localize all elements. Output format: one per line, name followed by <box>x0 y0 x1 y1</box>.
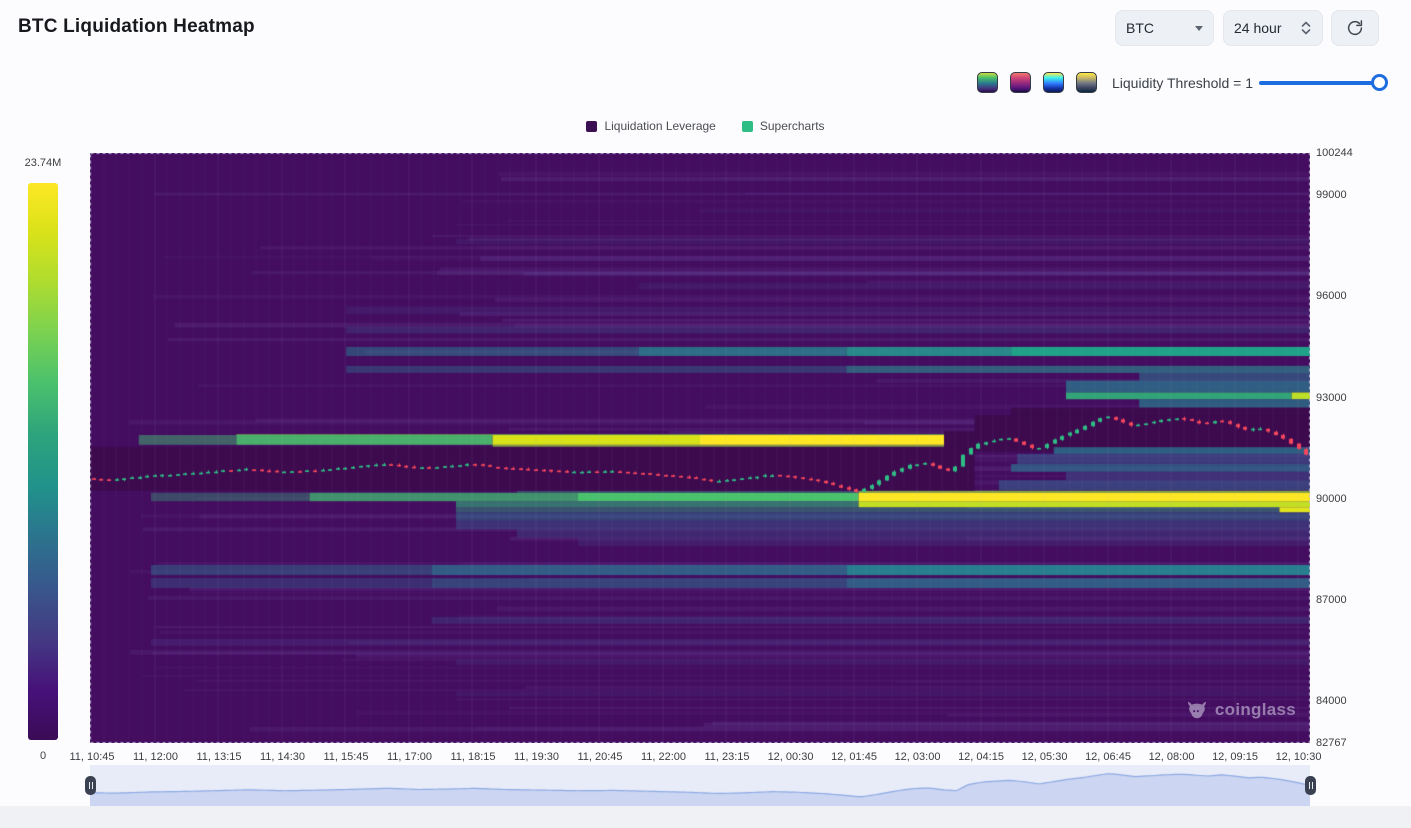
liquidation-heatmap-canvas[interactable] <box>90 153 1310 743</box>
red-purple-palette-button[interactable] <box>1010 72 1031 93</box>
bottom-strip <box>0 806 1411 828</box>
legend-item-supercharts[interactable]: Supercharts <box>742 119 825 133</box>
blue-palette-button[interactable] <box>1043 72 1064 93</box>
y-tick-label: 93000 <box>1316 392 1347 404</box>
symbol-select[interactable]: BTC <box>1115 10 1214 46</box>
liquidity-threshold-label: Liquidity Threshold = 1 <box>1112 75 1253 91</box>
liquidation-heatmap-page: BTC Liquidation Heatmap BTC 24 hour Liqu… <box>0 0 1411 828</box>
heatmap-plot-area[interactable]: coinglass <box>90 153 1310 743</box>
x-tick-label: 11, 15:45 <box>323 751 368 763</box>
navigator-canvas[interactable] <box>90 765 1310 806</box>
x-tick-label: 12, 09:15 <box>1212 751 1258 763</box>
green-purple-palette-button[interactable] <box>977 72 998 93</box>
x-tick-label: 12, 06:45 <box>1085 751 1131 763</box>
x-tick-label: 11, 10:45 <box>69 751 114 763</box>
page-title: BTC Liquidation Heatmap <box>18 16 255 38</box>
x-tick-label: 12, 08:00 <box>1149 751 1195 763</box>
x-tick-label: 11, 19:30 <box>514 751 559 763</box>
x-tick-label: 12, 05:30 <box>1022 751 1068 763</box>
x-tick-label: 11, 14:30 <box>260 751 305 763</box>
x-tick-label: 11, 17:00 <box>387 751 432 763</box>
interval-select-value: 24 hour <box>1234 20 1281 36</box>
x-tick-label: 12, 03:00 <box>895 751 941 763</box>
chevron-up-down-icon <box>1300 20 1312 36</box>
interval-select[interactable]: 24 hour <box>1223 10 1323 46</box>
x-tick-label: 12, 01:45 <box>831 751 877 763</box>
y-tick-label: 96000 <box>1316 290 1347 302</box>
x-tick-label: 11, 22:00 <box>641 751 686 763</box>
x-tick-label: 12, 04:15 <box>958 751 1004 763</box>
chart-legend: Liquidation Leverage Supercharts <box>0 119 1411 133</box>
slider-handle[interactable] <box>1371 74 1388 91</box>
y-tick-label: 90000 <box>1316 493 1347 505</box>
chevron-down-icon <box>1195 26 1203 31</box>
y-tick-label: 87000 <box>1316 594 1347 606</box>
x-tick-label: 11, 20:45 <box>577 751 622 763</box>
navigator-right-handle[interactable] <box>1305 776 1316 795</box>
x-tick-label: 11, 18:15 <box>450 751 495 763</box>
refresh-button[interactable] <box>1331 10 1379 46</box>
symbol-select-value: BTC <box>1126 20 1154 36</box>
y-tick-label: 99000 <box>1316 189 1347 201</box>
yellow-gray-palette-button[interactable] <box>1076 72 1097 93</box>
legend-swatch-purple <box>586 121 597 132</box>
y-tick-label: 82767 <box>1316 737 1347 749</box>
palette-row <box>977 72 1097 93</box>
y-tick-label: 100244 <box>1316 147 1353 159</box>
x-tick-label: 12, 00:30 <box>768 751 814 763</box>
colorbar-min-label: 0 <box>8 750 78 762</box>
legend-swatch-green <box>742 121 753 132</box>
refresh-icon <box>1346 19 1364 37</box>
x-tick-label: 11, 13:15 <box>196 751 241 763</box>
range-navigator[interactable] <box>90 765 1310 806</box>
x-tick-label: 12, 10:30 <box>1276 751 1322 763</box>
colorbar-max-label: 23.74M <box>8 157 78 169</box>
legend-item-liquidation-leverage[interactable]: Liquidation Leverage <box>586 119 715 133</box>
x-tick-label: 11, 12:00 <box>133 751 178 763</box>
liquidity-threshold-slider[interactable] <box>1259 81 1387 85</box>
colorbar-gradient <box>28 183 58 740</box>
legend-label: Supercharts <box>760 119 825 133</box>
legend-label: Liquidation Leverage <box>604 119 715 133</box>
x-tick-label: 11, 23:15 <box>704 751 749 763</box>
navigator-left-handle[interactable] <box>85 776 96 795</box>
y-tick-label: 84000 <box>1316 695 1347 707</box>
